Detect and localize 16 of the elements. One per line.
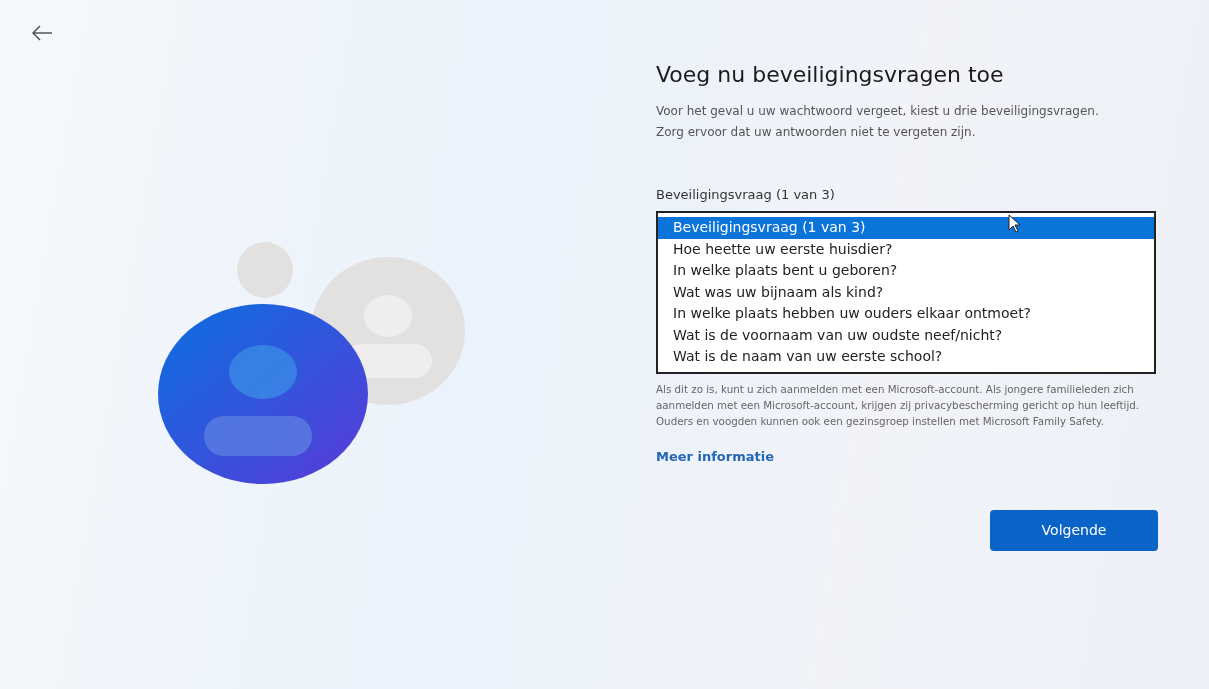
next-button[interactable]: Volgende: [990, 509, 1158, 551]
question-dropdown-list[interactable]: [656, 211, 1156, 374]
more-info-link[interactable]: Meer informatie: [656, 448, 775, 464]
dropdown-option[interactable]: Hoe heette uw eerste huisdier?: [658, 238, 1154, 260]
description-text: Voor het geval u uw wachtwoord vergeet, kiest u drie beveiligingsvragen. Zorg ervoor dat uw antwoorden niet te vergeten zijn.: [656, 103, 1100, 141]
dropdown-option[interactable]: Wat was uw bijnaam als kind?: [658, 281, 1154, 303]
back-arrow-icon: [30, 24, 54, 42]
page-title: Voeg nu beveiligingsvragen toe: [656, 62, 1005, 87]
dropdown-option[interactable]: In welke plaats hebben uw ouders elkaar ontmoet?: [658, 303, 1154, 325]
dropdown-option[interactable]: Wat is de voornaam van uw oudste neef/nicht?: [658, 324, 1154, 346]
mouse-pointer-icon: [1008, 214, 1022, 234]
field-label: Beveiligingsvraag (1 van 3): [656, 187, 836, 202]
dropdown-option[interactable]: Wat is de naam van uw eerste school?: [658, 346, 1154, 368]
info-text: Als dit zo is, kunt u zich aanmelden met een Microsoft-account. Als jongere familieleden zich aanmelden met een Microsoft-account, krijgen zij privacybescherming gericht op hun leeftijd. Ouders en voogden kunnen ook een gezinsgroep instellen met Microsoft Family Safety.: [656, 381, 1141, 429]
dropdown-option[interactable]: Beveiligingsvraag (1 van 3): [658, 217, 1154, 239]
dropdown-option[interactable]: In welke plaats bent u geboren?: [658, 260, 1154, 282]
